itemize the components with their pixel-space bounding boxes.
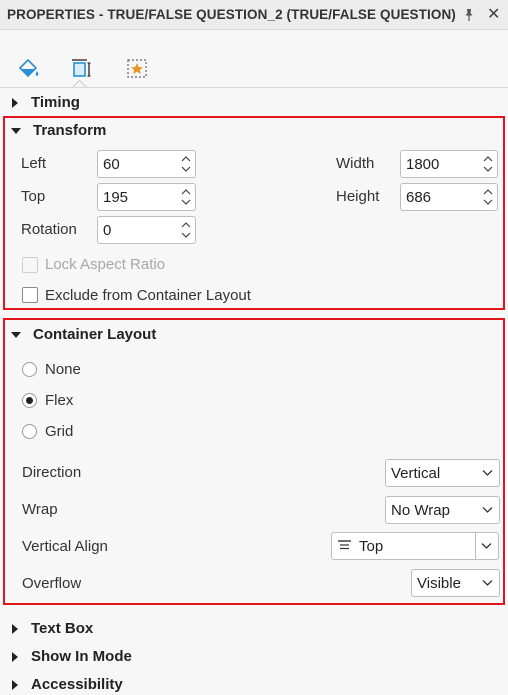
- width-label: Width: [336, 155, 375, 172]
- rotation-input[interactable]: 0: [97, 216, 196, 244]
- left-label: Left: [21, 155, 47, 172]
- caret-right-icon: [12, 623, 18, 634]
- width-value: 1800: [406, 155, 440, 173]
- wrap-dropdown[interactable]: No Wrap: [385, 496, 500, 524]
- radio-flex-label: Flex: [45, 392, 74, 409]
- lock-aspect-checkbox[interactable]: [22, 257, 38, 273]
- section-transform-label: Transform: [33, 122, 107, 139]
- star-frame-icon: [127, 59, 147, 78]
- rotation-value: 0: [103, 221, 112, 239]
- height-value: 686: [406, 188, 432, 206]
- section-container-layout[interactable]: Container Layout: [10, 326, 156, 343]
- top-input[interactable]: 195: [97, 183, 196, 211]
- top-label: Top: [21, 188, 46, 205]
- section-show-in-mode[interactable]: Show In Mode: [10, 648, 132, 665]
- section-show-in-mode-label: Show In Mode: [31, 648, 132, 665]
- vertical-align-label: Vertical Align: [22, 538, 108, 555]
- wrap-label: Wrap: [22, 501, 58, 518]
- caret-right-icon: [12, 651, 18, 662]
- chevron-down-icon: [482, 580, 493, 586]
- vertical-align-dropdown[interactable]: Top: [331, 532, 499, 560]
- transform-icon: [72, 59, 91, 77]
- height-input[interactable]: 686: [400, 183, 498, 211]
- caret-down-icon: [11, 127, 21, 134]
- exclude-layout-checkbox[interactable]: [22, 287, 38, 303]
- section-accessibility-label: Accessibility: [31, 676, 123, 693]
- paint-bucket-icon: [18, 58, 39, 78]
- caret-right-icon: [12, 97, 18, 108]
- section-text-box-label: Text Box: [31, 620, 94, 637]
- chevron-down-icon: [482, 470, 493, 476]
- chevron-down-icon: [481, 543, 492, 549]
- overflow-value: Visible: [417, 574, 461, 592]
- top-value: 195: [103, 188, 129, 206]
- width-input[interactable]: 1800: [400, 150, 498, 178]
- tab-fill[interactable]: [16, 56, 42, 82]
- left-input[interactable]: 60: [97, 150, 196, 178]
- properties-tabs: [0, 30, 508, 88]
- tab-effects[interactable]: [124, 56, 150, 82]
- vertical-align-value: Top: [359, 537, 384, 555]
- height-label: Height: [336, 188, 380, 205]
- spinner-arrows-icon[interactable]: [482, 154, 494, 174]
- section-timing-label: Timing: [31, 94, 80, 111]
- direction-dropdown[interactable]: Vertical: [385, 459, 500, 487]
- transform-highlight: [3, 116, 505, 310]
- dropdown-split: [475, 533, 476, 559]
- tab-transform[interactable]: [68, 56, 94, 82]
- overflow-label: Overflow: [22, 575, 82, 592]
- align-top-icon: [338, 540, 351, 550]
- chevron-down-icon: [482, 507, 493, 513]
- section-container-layout-label: Container Layout: [33, 326, 157, 343]
- radio-none-label: None: [45, 361, 81, 378]
- radio-flex[interactable]: [22, 393, 37, 408]
- radio-grid-label: Grid: [45, 423, 74, 440]
- lock-aspect-label: Lock Aspect Ratio: [45, 256, 166, 273]
- section-text-box[interactable]: Text Box: [10, 620, 93, 637]
- spinner-arrows-icon[interactable]: [180, 220, 192, 240]
- exclude-layout-label: Exclude from Container Layout: [45, 287, 251, 304]
- rotation-label: Rotation: [21, 221, 77, 238]
- panel-title: PROPERTIES - TRUE/FALSE QUESTION_2 (TRUE…: [7, 7, 456, 22]
- left-value: 60: [103, 155, 120, 173]
- section-timing[interactable]: Timing: [10, 94, 80, 111]
- tabs-divider: [0, 87, 508, 88]
- section-accessibility[interactable]: Accessibility: [10, 676, 123, 693]
- close-icon[interactable]: ✕: [487, 7, 500, 23]
- section-transform[interactable]: Transform: [10, 122, 106, 139]
- pin-icon[interactable]: [462, 8, 476, 22]
- radio-grid[interactable]: [22, 424, 37, 439]
- radio-none[interactable]: [22, 362, 37, 377]
- panel-titlebar: PROPERTIES - TRUE/FALSE QUESTION_2 (TRUE…: [0, 0, 508, 30]
- overflow-dropdown[interactable]: Visible: [411, 569, 500, 597]
- direction-value: Vertical: [391, 464, 441, 482]
- spinner-arrows-icon[interactable]: [180, 154, 192, 174]
- spinner-arrows-icon[interactable]: [482, 187, 494, 207]
- caret-down-icon: [11, 331, 21, 338]
- direction-label: Direction: [22, 464, 82, 481]
- spinner-arrows-icon[interactable]: [180, 187, 192, 207]
- caret-right-icon: [12, 679, 18, 690]
- wrap-value: No Wrap: [391, 501, 450, 519]
